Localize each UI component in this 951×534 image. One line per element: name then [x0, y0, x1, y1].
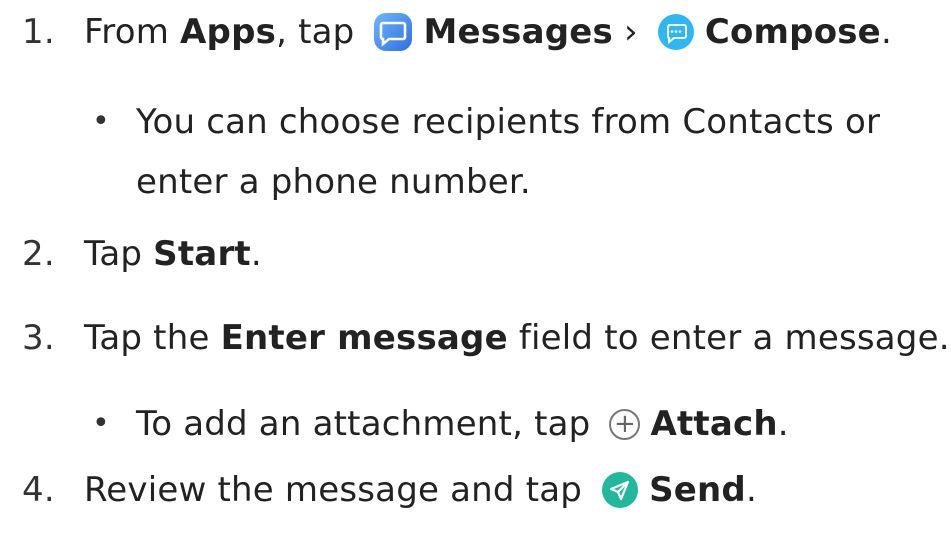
compose-icon	[657, 13, 695, 51]
plus-circle-icon: +	[609, 408, 641, 440]
bullet: •	[92, 104, 110, 139]
step-text: field to enter a message.	[507, 318, 950, 358]
messages-label: Messages	[423, 12, 613, 52]
step-number: 1.	[22, 12, 55, 52]
separator: ›	[613, 12, 649, 52]
step-text: .	[250, 234, 262, 274]
sub-bullet-1: • You can choose recipients from Contact…	[92, 92, 932, 212]
bullet: •	[92, 406, 110, 441]
send-icon	[601, 471, 639, 509]
send-label: Send	[649, 470, 746, 510]
step-number: 3.	[22, 318, 55, 358]
attach-label: Attach	[650, 404, 778, 444]
sub-text: You can choose recipients from Contacts …	[136, 102, 881, 202]
sub-bullet-2: • To add an attachment, tap + Attach .	[92, 394, 789, 454]
step-2: 2. Tap Start .	[22, 234, 262, 274]
sub-text: To add an attachment, tap	[136, 404, 602, 444]
apps-label: Apps	[180, 12, 277, 52]
messages-app-icon	[373, 12, 413, 52]
step-1: 1. From Apps , tap Messages › Compose .	[22, 12, 892, 52]
step-text: Review the message and tap	[84, 470, 594, 510]
step-text: From	[84, 12, 181, 52]
step-text: Tap the	[84, 318, 221, 358]
step-text: .	[880, 12, 892, 52]
step-text: , tap	[276, 12, 366, 52]
start-label: Start	[153, 234, 251, 274]
compose-label: Compose	[704, 12, 881, 52]
step-3: 3. Tap the Enter message field to enter …	[22, 318, 950, 358]
step-number: 2.	[22, 234, 55, 274]
step-number: 4.	[22, 470, 55, 510]
enter-message-label: Enter message	[220, 318, 508, 358]
step-text: Tap	[84, 234, 154, 274]
sub-text: .	[777, 404, 789, 444]
step-text: .	[745, 470, 757, 510]
step-4: 4. Review the message and tap Send .	[22, 470, 757, 510]
